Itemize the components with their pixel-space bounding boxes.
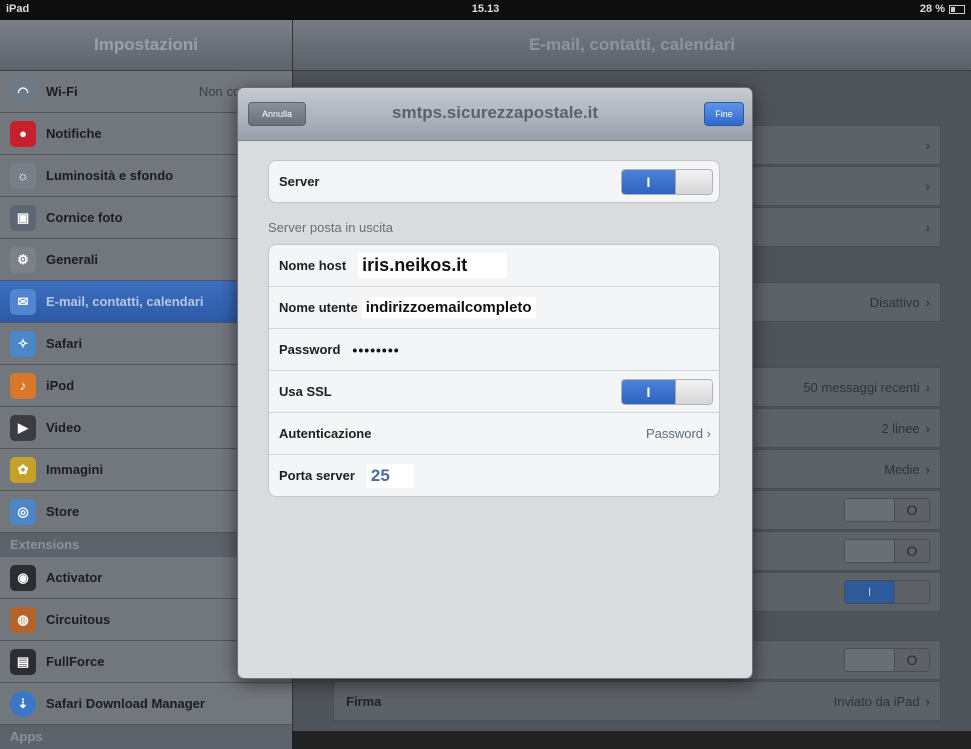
sidebar-item-label: Circuitous [46,612,111,627]
username-label: Nome utente [279,300,358,315]
signature-value: Inviato da iPad [833,693,920,709]
sidebar-item-label: Video [46,420,82,435]
done-button[interactable]: Fine [704,102,744,126]
sidebar-item-label: Luminosità e sfondo [46,168,174,183]
section-apps: Apps [0,725,292,749]
toggle-off-switch[interactable]: O [844,648,930,672]
host-row[interactable]: Nome host iris.neikos.it [269,245,719,287]
preview-value: 2 linee [881,420,920,436]
clock: 15.13 [471,3,500,15]
ssl-toggle[interactable]: I [621,379,713,405]
outgoing-server-group: Nome host iris.neikos.it Nome utente ind… [268,244,720,497]
picture-frame-icon: ▣ [10,204,36,231]
toggle-knob [675,380,712,404]
toggle-knob [675,170,712,194]
authentication-label: Autenticazione [279,426,372,441]
video-icon: ▶ [10,414,36,441]
port-label: Porta server [279,468,355,483]
safari-icon: ✧ [10,330,36,357]
chevron-right-icon: › [706,426,711,441]
sidebar-item-label: Safari Download Manager [46,696,205,711]
ssl-label: Usa SSL [279,384,332,399]
server-group: Server I [268,160,720,203]
gear-icon: ⚙ [10,246,36,273]
outgoing-server-header: Server posta in uscita [268,220,394,235]
sidebar-item-label: Cornice foto [46,210,123,225]
sidebar-item-label: Store [46,504,80,519]
smtp-server-dialog: Annulla smtps.sicurezzapostale.it Fine S… [238,88,752,678]
port-input[interactable]: 25 [366,463,414,488]
password-label: Password [279,342,341,357]
toggle-on-switch[interactable]: I [844,580,930,604]
page-title: E-mail, contatti, calendari [293,20,971,71]
sidebar-item-label: Wi-Fi [46,84,78,99]
username-row[interactable]: Nome utente indirizzoemailcompleto [269,287,719,329]
chevron-right-icon: › [925,137,930,153]
sidebar-item-label: Immagini [46,462,104,477]
brightness-icon: ☼ [10,162,36,189]
download-manager-icon: ⇣ [10,690,36,717]
chevron-right-icon: › [925,461,930,477]
activator-icon: ◉ [10,564,36,591]
chevron-right-icon: › [925,420,930,436]
authentication-row[interactable]: Autenticazione Password › [269,413,719,455]
show-value: 50 messaggi recenti [803,379,920,395]
chevron-right-icon: › [925,219,930,235]
sidebar-title: Impostazioni [0,20,292,71]
sunflower-icon: ✿ [10,456,36,483]
store-icon: ◎ [10,498,36,525]
sidebar-item-download-manager[interactable]: ⇣ Safari Download Manager [0,683,292,725]
dialog-title: smtps.sicurezzapostale.it [392,103,598,122]
host-label: Nome host [279,258,347,273]
sidebar-item-label: Activator [46,570,103,585]
mail-icon: ✉ [10,288,36,315]
sidebar-item-label: E-mail, contatti, calendari [46,294,204,309]
fullforce-icon: ▤ [10,648,36,675]
signature-row[interactable]: Firma Inviato da iPad › [333,681,941,721]
sidebar-item-label: FullForce [46,654,105,669]
sidebar-item-label: Generali [46,252,99,267]
font-size-value: Medie [884,461,920,477]
signature-label: Firma [346,693,382,709]
ipod-icon: ♪ [10,372,36,399]
status-bar: iPad 15.13 28 % [0,0,971,20]
port-row[interactable]: Porta server 25 [269,455,719,496]
authentication-value: Password [645,426,704,441]
host-input[interactable]: iris.neikos.it [358,253,508,278]
chevron-right-icon: › [925,294,930,310]
toggle-off-switch[interactable]: O [844,498,930,522]
sidebar-item-label: Notifiche [46,126,102,141]
server-row: Server I [269,161,719,202]
circuitous-icon: ◍ [10,606,36,633]
sidebar-item-label: iPod [46,378,75,393]
chevron-right-icon: › [925,379,930,395]
fetch-value: Disattivo [869,294,920,310]
sidebar-item-label: Safari [46,336,83,351]
wifi-icon: ◠ [10,78,36,105]
battery-icon [949,4,965,14]
password-row[interactable]: Password •••••••• [269,329,719,371]
battery-percent: 28 % [919,3,945,15]
password-input[interactable]: •••••••• [352,342,399,358]
chevron-right-icon: › [925,693,930,709]
username-input[interactable]: indirizzoemailcompleto [361,297,536,318]
ssl-row: Usa SSL I [269,371,719,413]
notifications-icon: ● [10,120,36,147]
dialog-header: Annulla smtps.sicurezzapostale.it Fine [238,88,752,141]
server-label: Server [279,174,320,189]
server-toggle[interactable]: I [621,169,713,195]
chevron-right-icon: › [925,178,930,194]
toggle-off-switch[interactable]: O [844,539,930,563]
status-right: 28 % [920,3,965,15]
